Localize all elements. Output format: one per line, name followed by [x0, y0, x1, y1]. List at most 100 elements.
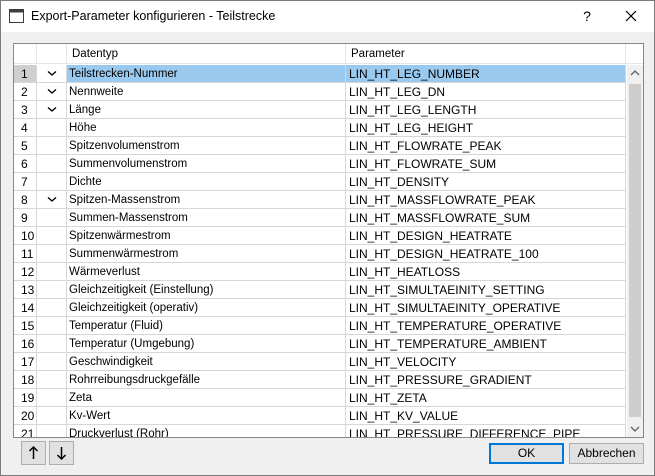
row-number[interactable]: 13 [14, 281, 37, 299]
cell-parameter[interactable]: LIN_HT_MASSFLOWRATE_SUM [346, 209, 626, 227]
table-row[interactable]: 15 Temperatur (Fluid) LIN_HT_TEMPERATURE_O… [14, 317, 626, 335]
cell-datentyp[interactable]: Druckverlust (Rohr) [67, 425, 346, 437]
row-export-checkbox[interactable] [37, 335, 67, 353]
table-row[interactable]: 9 Summen-Massenstrom LIN_HT_MASSFLOWRATE_S… [14, 209, 626, 227]
table-row[interactable]: 4 Höhe LIN_HT_LEG_HEIGHT [14, 119, 626, 137]
cell-datentyp[interactable]: Summenvolumenstrom [67, 155, 346, 173]
cell-parameter[interactable]: LIN_HT_PRESSURE_GRADIENT [346, 371, 626, 389]
row-number[interactable]: 4 [14, 119, 37, 137]
table-row[interactable]: 6 Summenvolumenstrom LIN_HT_FLOWRATE_SUM [14, 155, 626, 173]
row-export-checkbox[interactable] [37, 101, 67, 119]
row-export-checkbox[interactable] [37, 317, 67, 335]
cell-datentyp[interactable]: Spitzen-Massenstrom [67, 191, 346, 209]
cell-datentyp[interactable]: Nennweite [67, 83, 346, 101]
row-number[interactable]: 18 [14, 371, 37, 389]
table-row[interactable]: 13 Gleichzeitigkeit (Einstellung) LIN_HT_S… [14, 281, 626, 299]
row-number[interactable]: 11 [14, 245, 37, 263]
cell-datentyp[interactable]: Temperatur (Umgebung) [67, 335, 346, 353]
row-export-checkbox[interactable] [37, 155, 67, 173]
cell-parameter[interactable]: LIN_HT_VELOCITY [346, 353, 626, 371]
table-row[interactable]: 1 Teilstrecken-Nummer LIN_HT_LEG_NUMBER [14, 65, 626, 83]
cell-parameter[interactable]: LIN_HT_SIMULTAEINITY_OPERATIVE [346, 299, 626, 317]
table-row[interactable]: 5 Spitzenvolumenstrom LIN_HT_FLOWRATE_PEAK [14, 137, 626, 155]
cell-datentyp[interactable]: Gleichzeitigkeit (operativ) [67, 299, 346, 317]
row-number[interactable]: 10 [14, 227, 37, 245]
row-export-checkbox[interactable] [37, 119, 67, 137]
row-export-checkbox[interactable] [37, 371, 67, 389]
cell-parameter[interactable]: LIN_HT_DENSITY [346, 173, 626, 191]
move-up-button[interactable] [21, 441, 46, 465]
cell-datentyp[interactable]: Summen-Massenstrom [67, 209, 346, 227]
cell-datentyp[interactable]: Höhe [67, 119, 346, 137]
header-check[interactable] [37, 44, 67, 64]
close-button[interactable] [611, 1, 651, 32]
table-row[interactable]: 3 Länge LIN_HT_LEG_LENGTH [14, 101, 626, 119]
cell-datentyp[interactable]: Wärmeverlust [67, 263, 346, 281]
row-export-checkbox[interactable] [37, 83, 67, 101]
cell-parameter[interactable]: LIN_HT_PRESSURE_DIFFERENCE_PIPE [346, 425, 626, 437]
scroll-down-icon[interactable] [627, 420, 643, 437]
scroll-thumb[interactable] [629, 84, 641, 417]
cell-parameter[interactable]: LIN_HT_DESIGN_HEATRATE_100 [346, 245, 626, 263]
row-number[interactable]: 20 [14, 407, 37, 425]
cell-datentyp[interactable]: Gleichzeitigkeit (Einstellung) [67, 281, 346, 299]
row-number[interactable]: 5 [14, 137, 37, 155]
row-export-checkbox[interactable] [37, 389, 67, 407]
cell-datentyp[interactable]: Rohrreibungsdruckgefälle [67, 371, 346, 389]
cell-parameter[interactable]: LIN_HT_LEG_DN [346, 83, 626, 101]
row-number[interactable]: 16 [14, 335, 37, 353]
header-parameter[interactable]: Parameter [346, 44, 626, 64]
cell-datentyp[interactable]: Temperatur (Fluid) [67, 317, 346, 335]
cell-parameter[interactable]: LIN_HT_MASSFLOWRATE_PEAK [346, 191, 626, 209]
row-export-checkbox[interactable] [37, 173, 67, 191]
table-row[interactable]: 10 Spitzenwärmestrom LIN_HT_DESIGN_HEATRAT… [14, 227, 626, 245]
row-export-checkbox[interactable] [37, 263, 67, 281]
cell-datentyp[interactable]: Dichte [67, 173, 346, 191]
row-export-checkbox[interactable] [37, 407, 67, 425]
ok-button[interactable]: OK [489, 443, 564, 464]
cell-datentyp[interactable]: Summenwärmestrom [67, 245, 346, 263]
table-row[interactable]: 14 Gleichzeitigkeit (operativ) LIN_HT_SIMU… [14, 299, 626, 317]
cell-datentyp[interactable]: Spitzenvolumenstrom [67, 137, 346, 155]
table-row[interactable]: 17 Geschwindigkeit LIN_HT_VELOCITY [14, 353, 626, 371]
cell-parameter[interactable]: LIN_HT_FLOWRATE_PEAK [346, 137, 626, 155]
header-datentyp[interactable]: Datentyp [67, 44, 346, 64]
table-row[interactable]: 20 Kv-Wert LIN_HT_KV_VALUE [14, 407, 626, 425]
row-export-checkbox[interactable] [37, 425, 67, 437]
move-down-button[interactable] [49, 441, 74, 465]
cell-parameter[interactable]: LIN_HT_SIMULTAEINITY_SETTING [346, 281, 626, 299]
row-number[interactable]: 6 [14, 155, 37, 173]
scroll-up-icon[interactable] [627, 65, 643, 82]
cell-parameter[interactable]: LIN_HT_TEMPERATURE_OPERATIVE [346, 317, 626, 335]
row-number[interactable]: 2 [14, 83, 37, 101]
row-number[interactable]: 19 [14, 389, 37, 407]
row-export-checkbox[interactable] [37, 227, 67, 245]
row-export-checkbox[interactable] [37, 209, 67, 227]
cell-parameter[interactable]: LIN_HT_LEG_HEIGHT [346, 119, 626, 137]
row-number[interactable]: 21 [14, 425, 37, 437]
row-number[interactable]: 17 [14, 353, 37, 371]
row-number[interactable]: 7 [14, 173, 37, 191]
cell-datentyp[interactable]: Länge [67, 101, 346, 119]
cell-parameter[interactable]: LIN_HT_KV_VALUE [346, 407, 626, 425]
table-row[interactable]: 19 Zeta LIN_HT_ZETA [14, 389, 626, 407]
cell-datentyp[interactable]: Teilstrecken-Nummer [67, 65, 346, 83]
table-row[interactable]: 8 Spitzen-Massenstrom LIN_HT_MASSFLOWRATE_… [14, 191, 626, 209]
cell-parameter[interactable]: LIN_HT_FLOWRATE_SUM [346, 155, 626, 173]
table-row[interactable]: 16 Temperatur (Umgebung) LIN_HT_TEMPERATUR… [14, 335, 626, 353]
table-row[interactable]: 11 Summenwärmestrom LIN_HT_DESIGN_HEATRATE… [14, 245, 626, 263]
row-export-checkbox[interactable] [37, 281, 67, 299]
table-row[interactable]: 7 Dichte LIN_HT_DENSITY [14, 173, 626, 191]
cell-datentyp[interactable]: Zeta [67, 389, 346, 407]
table-row[interactable]: 2 Nennweite LIN_HT_LEG_DN [14, 83, 626, 101]
table-row[interactable]: 18 Rohrreibungsdruckgefälle LIN_HT_PRESSUR… [14, 371, 626, 389]
cancel-button[interactable]: Abbrechen [569, 443, 644, 464]
row-export-checkbox[interactable] [37, 353, 67, 371]
row-export-checkbox[interactable] [37, 191, 67, 209]
help-button[interactable]: ? [571, 1, 603, 32]
row-export-checkbox[interactable] [37, 65, 67, 83]
row-number[interactable]: 15 [14, 317, 37, 335]
cell-datentyp[interactable]: Kv-Wert [67, 407, 346, 425]
cell-parameter[interactable]: LIN_HT_LEG_LENGTH [346, 101, 626, 119]
row-number[interactable]: 8 [14, 191, 37, 209]
